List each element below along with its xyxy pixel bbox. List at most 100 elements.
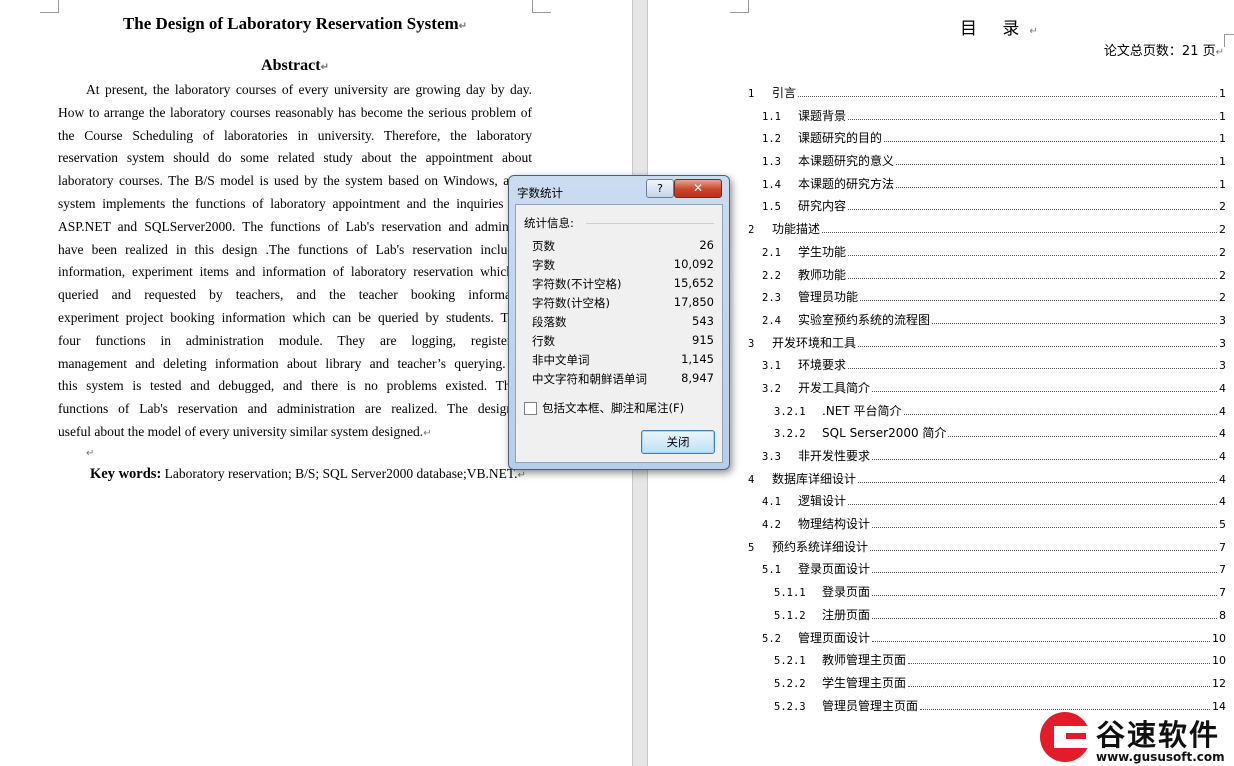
toc-entry[interactable]: 3.2 开发工具简介 4 (748, 379, 1226, 402)
close-button[interactable]: 关闭 (641, 430, 715, 454)
toc-entry-label: 环境要求 (798, 358, 847, 373)
abstract-line: this system is tested and debugged, and … (58, 378, 532, 394)
toc-entry[interactable]: 1.2 课题研究的目的 1 (748, 129, 1226, 152)
dialog-body: 统计信息: 页数 26 字数 10,092 字符数(不计空格) 15,652 字符数(计空格… (515, 204, 723, 463)
logo-g-bar (1066, 733, 1086, 739)
toc-entry[interactable]: 3.2.1 .NET 平台简介 4 (748, 402, 1226, 425)
toc-entry-number: 1.3 (762, 156, 781, 169)
toc-entry-number: 1.2 (762, 133, 781, 146)
toc-entry-label: 管理页面设计 (798, 630, 871, 645)
close-icon[interactable]: ✕ (674, 179, 722, 198)
toc-entry[interactable]: 1.4 本课题的研究方法 1 (748, 175, 1226, 198)
toc-entry[interactable]: 3.3 非开发性要求 4 (748, 447, 1226, 470)
toc-entry-label: 管理员功能 (798, 290, 859, 305)
stat-label: 非中文单词 (532, 353, 590, 367)
keywords-line: Key words: Laboratory reservation; B/S; … (90, 466, 526, 482)
toc-entry[interactable]: 3.2.2 SQL Serser2000 简介 4 (748, 424, 1226, 447)
abstract-line: How to arrange the laboratory courses re… (58, 104, 532, 120)
toc-entry[interactable]: 5.1 登录页面设计 7 (748, 560, 1226, 583)
toc-entry-number: 4.2 (762, 519, 781, 532)
abstract-line: system implements the functions of labor… (58, 195, 532, 211)
keywords-text: Laboratory reservation; B/S; SQL Server2… (161, 466, 518, 481)
toc-entry-number: 5.2 (762, 632, 781, 645)
crop-mark-top-right (532, 0, 551, 13)
toc-dot-leader (932, 322, 1217, 324)
toc-entry[interactable]: 2.2 教师功能 2 (748, 266, 1226, 289)
toc-entry-number: 4.1 (762, 496, 781, 509)
toc-entry[interactable]: 2 功能描述 2 (748, 220, 1226, 243)
stat-value: 15,652 (673, 276, 714, 290)
toc-entry-page: 2 (1219, 200, 1226, 214)
toc-dot-leader (872, 459, 1217, 460)
toc-entry-page: 12 (1212, 676, 1226, 690)
toc-dot-leader (908, 685, 1210, 687)
stat-value: 1,145 (681, 352, 714, 366)
toc-entry[interactable]: 3 开发环境和工具 3 (748, 334, 1226, 357)
toc-entry[interactable]: 2.1 学生功能 2 (748, 243, 1226, 266)
word-count-dialog: 字数统计 ? ✕ 统计信息: 页数 26 字数 10,092 字符数(不计空格) 15,6… (508, 175, 730, 470)
toc-entry-number: 1.5 (762, 201, 781, 214)
include-textboxes-option[interactable]: 包括文本框、脚注和尾注(F) (524, 400, 684, 416)
stat-value: 10,092 (673, 257, 714, 271)
toc-entry-page: 4 (1219, 450, 1226, 463)
toc-entry[interactable]: 1.1 课题背景 1 (748, 107, 1226, 130)
toc-entry-number: 3 (748, 337, 755, 350)
toc-dot-leader (848, 277, 1217, 279)
toc-title: 目 录↵ (960, 19, 1038, 39)
toc-entry-label: 开发工具简介 (798, 380, 871, 395)
toc-entry[interactable]: 1.5 研究内容 2 (748, 197, 1226, 220)
statistics-section-label: 统计信息: (524, 216, 574, 230)
toc-entry[interactable]: 3.1 环境要求 3 (748, 356, 1226, 379)
stat-row: 中文字符和朝鲜语单词 8,947 (532, 371, 714, 387)
help-button[interactable]: ? (646, 179, 674, 198)
stat-label: 中文字符和朝鲜语单词 (532, 372, 647, 386)
toc-entry[interactable]: 5.2.2 学生管理主页面 12 (748, 674, 1226, 697)
include-textboxes-checkbox[interactable] (524, 401, 537, 415)
toc-entry-number: 5.1.2 (774, 609, 806, 622)
crop-mark-top-left (40, 0, 59, 13)
gusu-logo: 谷速软件 www.gususoft.com (1036, 710, 1234, 766)
toc-entry[interactable]: 4.1 逻辑设计 4 (748, 492, 1226, 515)
stat-value: 8,947 (681, 371, 714, 385)
toc-entry-number: 2.4 (762, 314, 781, 327)
toc-entry-page: 1 (1219, 87, 1226, 100)
toc-entry-label: 课题研究的目的 (798, 131, 883, 146)
toc-entry-page: 7 (1219, 586, 1226, 600)
toc-entry[interactable]: 2.3 管理员功能 2 (748, 288, 1226, 311)
toc-entry[interactable]: 4 数据库详细设计 4 (748, 470, 1226, 493)
toc-entry-label: 注册页面 (822, 607, 871, 622)
toc-entry[interactable]: 2.4 实验室预约系统的流程图 3 (748, 311, 1226, 334)
toc-entry[interactable]: 1.3 本课题研究的意义 1 (748, 152, 1226, 175)
toc-entry-label: 教师功能 (798, 267, 847, 282)
stat-label: 字符数(不计空格) (532, 277, 622, 291)
toc-entry[interactable]: 5.2.1 教师管理主页面 10 (748, 651, 1226, 674)
toc-entry-label: 登录页面设计 (798, 562, 871, 577)
toc-entry[interactable]: 5.1.2 注册页面 8 (748, 606, 1226, 629)
toc-entry[interactable]: 4.2 物理结构设计 5 (748, 515, 1226, 538)
abstract-line: management and deleting information abou… (58, 355, 532, 371)
toc-dot-leader (858, 481, 1217, 483)
toc-dot-leader (798, 96, 1217, 97)
toc-dot-leader (872, 527, 1217, 529)
toc-dot-leader (872, 595, 1217, 597)
toc-entry[interactable]: 5.2 管理页面设计 10 (748, 629, 1226, 652)
dialog-title: 字数统计 (517, 186, 563, 200)
toc-dot-leader (848, 118, 1217, 120)
abstract-line: have been realized in this design .The f… (58, 241, 532, 257)
toc-entry-page: 2 (1219, 291, 1226, 305)
toc-entry-page: 3 (1219, 359, 1226, 373)
toc-entry-page: 4 (1219, 495, 1226, 509)
toc-entry-number: 5 (748, 541, 755, 554)
crop-mark-top-right-right-page (1224, 34, 1234, 47)
toc-entry-label: 学生功能 (798, 244, 847, 259)
stat-value: 17,850 (673, 295, 714, 309)
toc-entry-label: 管理员管理主页面 (822, 698, 919, 713)
stat-row: 页数 26 (532, 238, 714, 254)
toc-entry[interactable]: 5 预约系统详细设计 7 (748, 538, 1226, 561)
abstract-heading: Abstract↵ (261, 57, 329, 74)
toc-entry[interactable]: 5.1.1 登录页面 7 (748, 583, 1226, 606)
logo-url: www.gususoft.com (1096, 750, 1225, 764)
keywords-label: Key words: (90, 466, 162, 482)
toc-entry[interactable]: 1 引言 1 (748, 84, 1226, 107)
toc-entry-number: 5.2.3 (774, 700, 806, 713)
